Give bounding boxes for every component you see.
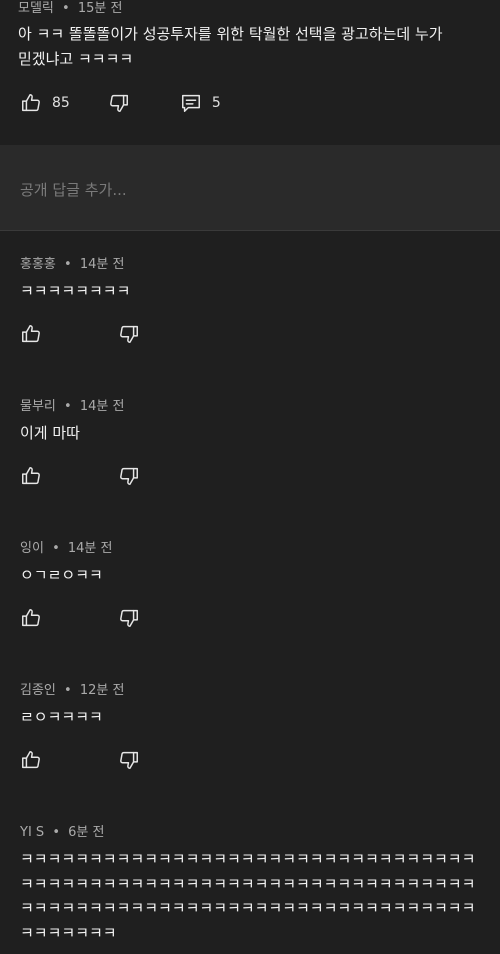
reply-comment: YI S • 6분 전 ㅋㅋㅋㅋㅋㅋㅋㅋㅋㅋㅋㅋㅋㅋㅋㅋㅋㅋㅋㅋㅋㅋㅋㅋㅋㅋㅋㅋ… [0,825,500,954]
thumbs-down-icon [118,607,140,629]
reply-comment: 물부리 • 14분 전 이게 마따 [0,399,500,529]
author-name[interactable]: 물부리 [20,399,56,414]
comment-meta: YI S • 6분 전 [20,825,104,841]
thumbs-up-icon [20,92,42,114]
comment-meta: 모델릭 • 15분 전 [18,1,122,17]
author-name[interactable]: YI S [20,825,44,840]
dislike-button[interactable] [118,607,140,629]
reply-comment: 잉이 • 14분 전 ㅇㄱㄹㅇㅋㅋ [0,541,500,671]
comment-text: 아 ㅋㅋ 똘똘똘이가 성공투자를 위한 탁월한 선택을 광고하는데 누가 믿겠냐… [18,25,443,68]
comment-time: 14분 전 [79,257,125,272]
reply-comment: 김종인 • 12분 전 ㄹㅇㅋㅋㅋㅋ [0,683,500,813]
dislike-button[interactable] [108,92,130,114]
like-button[interactable] [20,607,42,629]
comment-meta: 김종인 • 12분 전 [20,683,124,699]
comment-icon [180,92,202,114]
comment-text-line: ㅋㅋㅋㅋㅋㅋㅋㅋㅋㅋㅋㅋㅋㅋㅋㅋㅋㅋㅋㅋㅋㅋㅋㅋㅋㅋㅋㅋㅋㅋㅋㅋㅋ [20,899,476,917]
comment-text-line: ㅋㅋㅋㅋㅋㅋㅋㅋㅋㅋㅋㅋㅋㅋㅋㅋㅋㅋㅋㅋㅋㅋㅋㅋㅋㅋㅋㅋㅋㅋㅋㅋㅋ [20,850,476,868]
dislike-button[interactable] [118,465,140,487]
like-button[interactable] [20,323,42,345]
comment-meta: 홍홍홍 • 14분 전 [20,257,124,273]
comment-time: 6분 전 [68,825,105,840]
dislike-button[interactable] [118,323,140,345]
author-name[interactable]: 홍홍홍 [20,257,56,272]
parent-comment: 모델릭 • 15분 전 아 ㅋㅋ 똘똘똘이가 성공투자를 위한 탁월한 선택을 … [0,0,500,145]
comment-text-line: ㅋㅋㅋㅋㅋㅋㅋㅋㅋㅋㅋㅋㅋㅋㅋㅋㅋㅋㅋㅋㅋㅋㅋㅋㅋㅋㅋㅋㅋㅋㅋㅋㅋ [20,874,476,893]
meta-separator: • [64,399,72,414]
comment-time: 14분 전 [79,399,125,414]
thumbs-down-icon [118,323,140,345]
comment-meta: 잉이 • 14분 전 [20,541,112,557]
meta-separator: • [64,257,72,272]
comment-text: ㅋㅋㅋㅋㅋㅋㅋㅋ [20,282,131,300]
comment-actions [20,323,140,345]
dislike-button[interactable] [118,749,140,771]
comment-time: 15분 전 [77,1,123,16]
thumbs-down-icon [108,92,130,114]
author-name[interactable]: 김종인 [20,683,56,698]
reply-count: 5 [211,95,221,111]
comment-text: ㅋㅋㅋㅋㅋㅋㅋㅋㅋㅋㅋㅋㅋㅋㅋㅋㅋㅋㅋㅋㅋㅋㅋㅋㅋㅋㅋㅋㅋㅋㅋㅋㅋ ㅋㅋㅋㅋㅋㅋㅋ… [20,847,500,945]
thumbs-down-icon [118,749,140,771]
thumbs-up-icon [20,607,42,629]
comment-actions: 85 5 [20,92,221,114]
author-name[interactable]: 잉이 [20,541,44,556]
like-button[interactable]: 85 [20,92,70,114]
comment-time: 14분 전 [67,541,113,556]
comment-actions [20,465,140,487]
comment-actions [20,607,140,629]
reply-comment: 홍홍홍 • 14분 전 ㅋㅋㅋㅋㅋㅋㅋㅋ [0,257,500,387]
meta-separator: • [62,1,70,16]
like-button[interactable] [20,749,42,771]
thumbs-down-icon [118,465,140,487]
comment-actions [20,749,140,771]
comment-meta: 물부리 • 14분 전 [20,399,124,415]
comment-text: ㄹㅇㅋㅋㅋㅋ [20,708,103,726]
thumbs-up-icon [20,749,42,771]
comment-thread: 모델릭 • 15분 전 아 ㅋㅋ 똘똘똘이가 성공투자를 위한 탁월한 선택을 … [0,0,500,954]
thumbs-up-icon [20,323,42,345]
meta-separator: • [52,825,60,840]
like-count: 85 [52,95,70,111]
meta-separator: • [52,541,60,556]
meta-separator: • [64,683,72,698]
comment-text-line: ㅋㅋㅋㅋㅋㅋㅋ [20,923,117,942]
like-button[interactable] [20,465,42,487]
author-name[interactable]: 모델릭 [18,1,54,16]
comment-time: 12분 전 [79,683,125,698]
comment-text: ㅇㄱㄹㅇㅋㅋ [20,566,103,584]
thumbs-up-icon [20,465,42,487]
reply-input-bar[interactable]: 공개 답글 추가... [0,145,500,231]
reply-button[interactable]: 5 [180,92,221,114]
comment-text: 이게 마따 [20,424,80,442]
reply-input-placeholder[interactable]: 공개 답글 추가... [20,179,127,200]
